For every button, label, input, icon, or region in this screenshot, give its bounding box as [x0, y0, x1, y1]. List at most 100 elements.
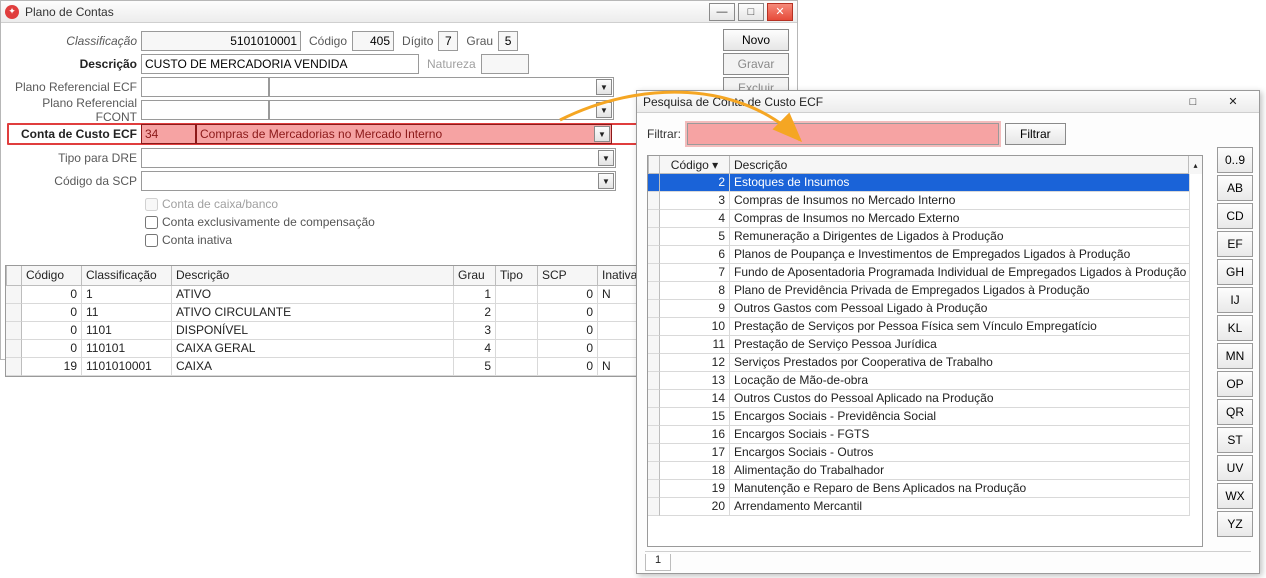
- row-selector[interactable]: [648, 390, 660, 408]
- chevron-down-icon[interactable]: ▼: [596, 79, 612, 95]
- cell-codigo[interactable]: 5: [660, 228, 730, 246]
- checkbox-conta-compensacao[interactable]: Conta exclusivamente de compensação: [145, 213, 647, 231]
- cell-codigo[interactable]: 15: [660, 408, 730, 426]
- cell-codigo[interactable]: 18: [660, 462, 730, 480]
- alpha-filter-button[interactable]: MN: [1217, 343, 1253, 369]
- descricao-input[interactable]: [141, 54, 419, 74]
- codigo-scp-input[interactable]: [141, 171, 616, 191]
- chevron-down-icon[interactable]: ▼: [598, 173, 614, 189]
- conta-custo-ecf-code-input[interactable]: [141, 124, 196, 144]
- cell-descricao[interactable]: ATIVO: [172, 286, 454, 304]
- cell-grau[interactable]: 2: [454, 304, 496, 322]
- cell-descricao[interactable]: Encargos Sociais - Previdência Social: [730, 408, 1190, 426]
- cell-tipo[interactable]: [496, 358, 538, 376]
- grid-header[interactable]: Descrição: [172, 266, 454, 286]
- row-selector[interactable]: [648, 336, 660, 354]
- row-selector[interactable]: [648, 264, 660, 282]
- cell-codigo[interactable]: 6: [660, 246, 730, 264]
- cell-descricao[interactable]: Prestação de Serviço Pessoa Jurídica: [730, 336, 1190, 354]
- cell-descricao[interactable]: Arrendamento Mercantil: [730, 498, 1190, 516]
- cell-tipo[interactable]: [496, 340, 538, 358]
- cell-descricao[interactable]: Prestação de Serviços por Pessoa Física …: [730, 318, 1190, 336]
- maximize-button[interactable]: □: [738, 3, 764, 21]
- gravar-button[interactable]: Gravar: [723, 53, 789, 75]
- novo-button[interactable]: Novo: [723, 29, 789, 51]
- grid-header[interactable]: Classificação: [82, 266, 172, 286]
- accounts-grid[interactable]: CódigoClassificaçãoDescriçãoGrauTipoSCPI…: [5, 265, 675, 377]
- cell-codigo[interactable]: 17: [660, 444, 730, 462]
- dialog-maximize-button[interactable]: □: [1173, 93, 1213, 111]
- grau-input[interactable]: [498, 31, 518, 51]
- cell-descricao[interactable]: Compras de Insumos no Mercado Externo: [730, 210, 1190, 228]
- cell-classificacao[interactable]: 11: [82, 304, 172, 322]
- alpha-filter-button[interactable]: OP: [1217, 371, 1253, 397]
- cell-codigo[interactable]: 0: [22, 340, 82, 358]
- row-selector[interactable]: [6, 286, 22, 304]
- natureza-input[interactable]: [481, 54, 529, 74]
- alpha-filter-button[interactable]: AB: [1217, 175, 1253, 201]
- cell-descricao[interactable]: Estoques de Insumos: [730, 174, 1190, 192]
- row-selector[interactable]: [6, 358, 22, 376]
- minimize-button[interactable]: —: [709, 3, 735, 21]
- row-selector[interactable]: [6, 322, 22, 340]
- chevron-down-icon[interactable]: ▼: [598, 150, 614, 166]
- row-selector[interactable]: [648, 426, 660, 444]
- row-selector[interactable]: [648, 174, 660, 192]
- cell-descricao[interactable]: Manutenção e Reparo de Bens Aplicados na…: [730, 480, 1190, 498]
- alpha-filter-button[interactable]: EF: [1217, 231, 1253, 257]
- cell-grau[interactable]: 4: [454, 340, 496, 358]
- alpha-filter-button[interactable]: ST: [1217, 427, 1253, 453]
- plano-ecf-desc-input[interactable]: [269, 77, 614, 97]
- plano-ecf-code-input[interactable]: [141, 77, 269, 97]
- alpha-filter-button[interactable]: KL: [1217, 315, 1253, 341]
- cell-codigo[interactable]: 9: [660, 300, 730, 318]
- grid-header[interactable]: Tipo: [496, 266, 538, 286]
- row-selector[interactable]: [648, 210, 660, 228]
- cell-descricao[interactable]: Alimentação do Trabalhador: [730, 462, 1190, 480]
- cell-descricao[interactable]: Planos de Poupança e Investimentos de Em…: [730, 246, 1190, 264]
- cell-descricao[interactable]: Locação de Mão-de-obra: [730, 372, 1190, 390]
- filter-button[interactable]: Filtrar: [1005, 123, 1066, 145]
- scroll-up-icon[interactable]: ▴: [1188, 156, 1202, 174]
- grid-header[interactable]: SCP: [538, 266, 598, 286]
- cell-descricao[interactable]: Compras de Insumos no Mercado Interno: [730, 192, 1190, 210]
- cell-descricao[interactable]: Outros Gastos com Pessoal Ligado à Produ…: [730, 300, 1190, 318]
- cell-classificacao[interactable]: 1: [82, 286, 172, 304]
- cell-descricao[interactable]: CAIXA: [172, 358, 454, 376]
- dialog-results-grid[interactable]: Código ▾Descrição2Estoques de Insumos3Co…: [647, 155, 1203, 547]
- cell-classificacao[interactable]: 1101010001: [82, 358, 172, 376]
- chevron-down-icon[interactable]: ▼: [594, 126, 610, 142]
- cell-codigo[interactable]: 0: [22, 286, 82, 304]
- conta-custo-ecf-desc-input[interactable]: [196, 124, 612, 144]
- dialog-close-button[interactable]: ✕: [1213, 93, 1253, 111]
- cell-descricao[interactable]: Plano de Previdência Privada de Empregad…: [730, 282, 1190, 300]
- cell-codigo[interactable]: 14: [660, 390, 730, 408]
- cell-codigo[interactable]: 19: [22, 358, 82, 376]
- alpha-filter-button[interactable]: IJ: [1217, 287, 1253, 313]
- plano-fcont-code-input[interactable]: [141, 100, 269, 120]
- cell-classificacao[interactable]: 1101: [82, 322, 172, 340]
- close-button[interactable]: ✕: [767, 3, 793, 21]
- row-selector[interactable]: [648, 408, 660, 426]
- tipo-dre-input[interactable]: [141, 148, 616, 168]
- row-selector[interactable]: [648, 300, 660, 318]
- grid-header[interactable]: Código: [22, 266, 82, 286]
- cell-scp[interactable]: 0: [538, 304, 598, 322]
- cell-scp[interactable]: 0: [538, 322, 598, 340]
- classificacao-input[interactable]: [141, 31, 301, 51]
- cell-scp[interactable]: 0: [538, 286, 598, 304]
- cell-tipo[interactable]: [496, 304, 538, 322]
- cell-descricao[interactable]: Encargos Sociais - FGTS: [730, 426, 1190, 444]
- cell-tipo[interactable]: [496, 286, 538, 304]
- cell-codigo[interactable]: 7: [660, 264, 730, 282]
- row-selector[interactable]: [648, 462, 660, 480]
- alpha-filter-button[interactable]: CD: [1217, 203, 1253, 229]
- grid-header[interactable]: Descrição: [730, 156, 1190, 174]
- checkbox-conta-inativa[interactable]: Conta inativa: [145, 231, 647, 249]
- cell-scp[interactable]: 0: [538, 358, 598, 376]
- cell-codigo[interactable]: 11: [660, 336, 730, 354]
- filter-input[interactable]: [687, 123, 999, 145]
- grid-header[interactable]: Grau: [454, 266, 496, 286]
- dialog-tab-1[interactable]: 1: [645, 554, 671, 571]
- codigo-input[interactable]: [352, 31, 394, 51]
